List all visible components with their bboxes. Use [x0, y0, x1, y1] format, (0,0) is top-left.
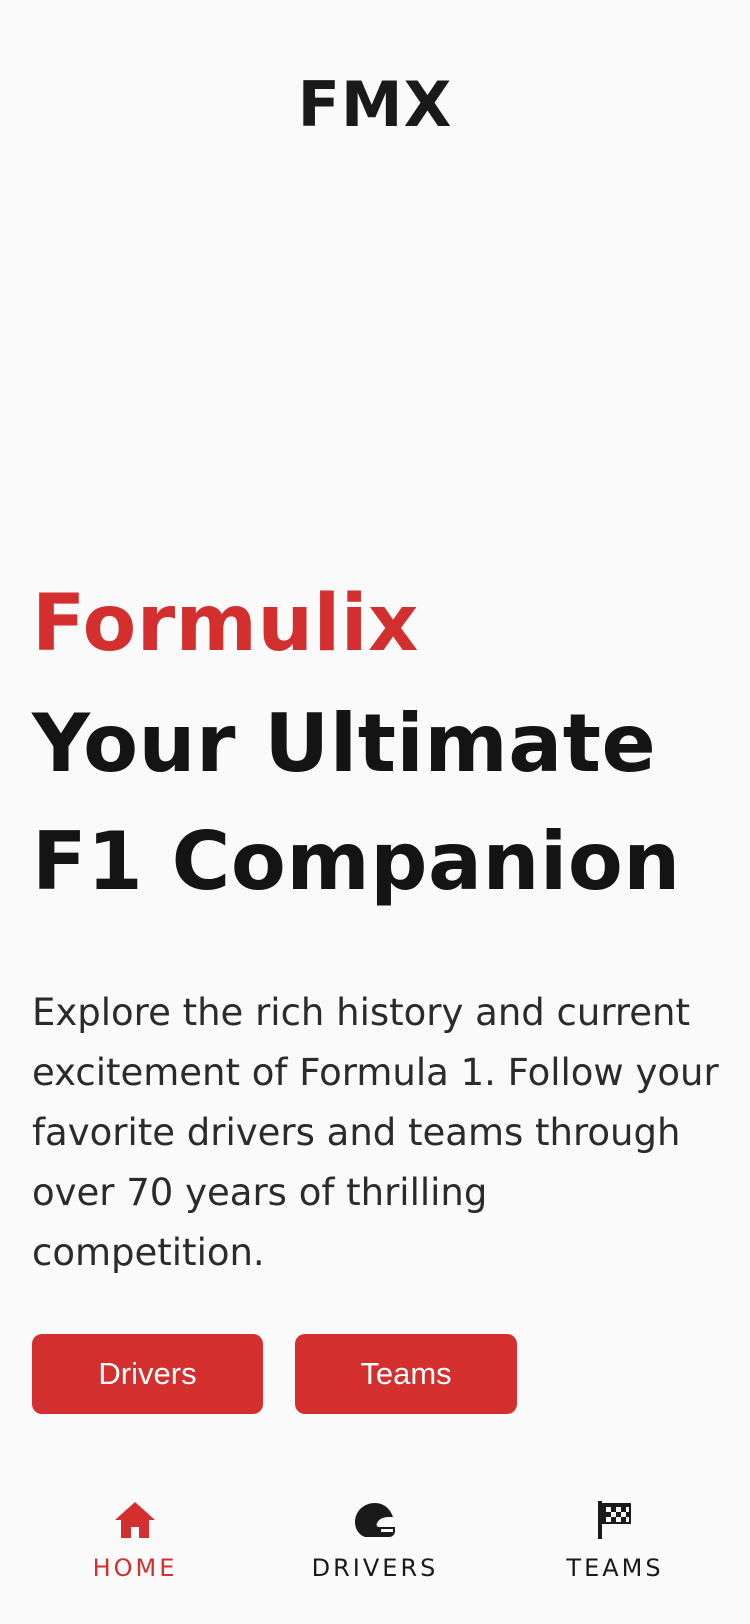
tab-teams-label: TEAMS [566, 1554, 664, 1582]
checkered-flag-icon [598, 1501, 631, 1539]
brand-name: Formulix [32, 579, 419, 669]
hero-section: Formulix Your Ultimate F1 Companion Expl… [32, 585, 722, 1283]
helmet-icon [355, 1503, 395, 1537]
tab-teams[interactable]: TEAMS [495, 1480, 735, 1590]
action-buttons: Drivers Teams [32, 1334, 732, 1414]
drivers-button[interactable]: Drivers [32, 1334, 263, 1414]
tab-home[interactable]: HOME [15, 1480, 255, 1590]
tab-drivers-label: DRIVERS [311, 1554, 439, 1582]
app-title: FMX [297, 68, 453, 141]
description: Explore the rich history and current exc… [32, 991, 719, 1274]
teams-button[interactable]: Teams [295, 1334, 517, 1414]
home-icon [115, 1502, 155, 1538]
tab-drivers[interactable]: DRIVERS [255, 1480, 495, 1590]
bottom-tab-bar: HOME DRIVERS TEAMS [0, 1480, 750, 1624]
headline-line-1: Your Ultimate [32, 697, 657, 790]
tab-home-label: HOME [92, 1554, 178, 1582]
headline: Your Ultimate F1 Companion [32, 685, 722, 921]
header: FMX [0, 0, 750, 230]
headline-line-2: F1 Companion [32, 815, 681, 908]
